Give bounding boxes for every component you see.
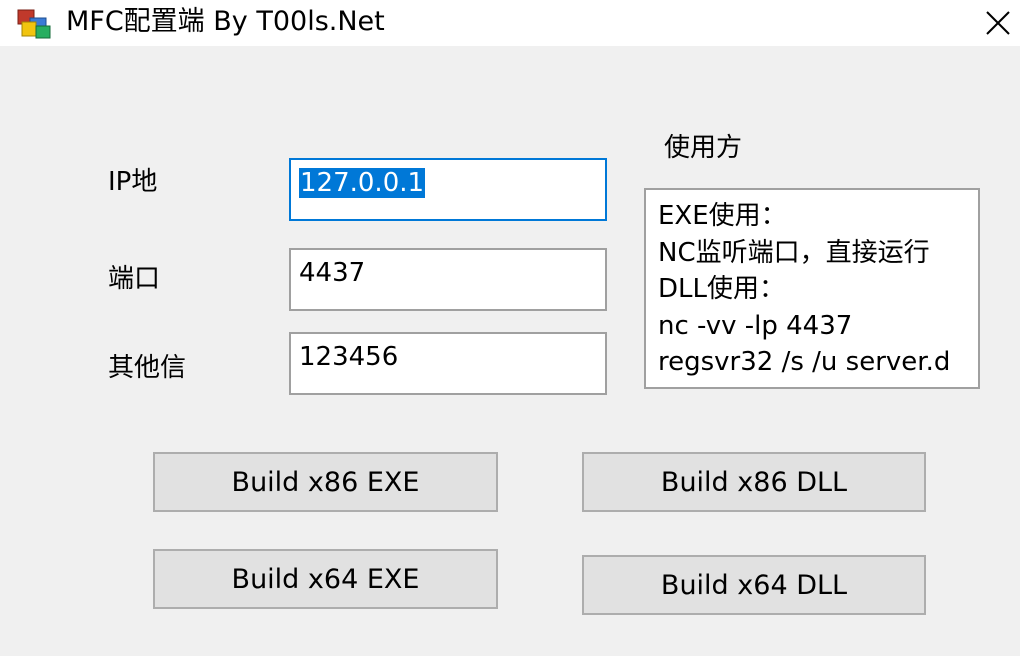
window-title: MFC配置端 By T00ls.Net	[66, 6, 385, 37]
dialog-client-area: IP地 127.0.0.1 端口 4437 其他信 123456 使用方 EXE…	[0, 46, 1020, 656]
port-input-value: 4437	[299, 258, 366, 288]
usage-textbox[interactable]: EXE使用： NC监听端口，直接运行 DLL使用： nc -vv -lp 443…	[644, 188, 980, 389]
build-x64-dll-button[interactable]: Build x64 DLL	[582, 555, 926, 615]
usage-line: regsvr32 /s /u server.d	[658, 347, 951, 377]
other-info-input-value: 123456	[299, 342, 399, 372]
usage-line: DLL使用：	[658, 274, 785, 304]
close-button[interactable]	[976, 0, 1020, 46]
port-label: 端口	[108, 264, 161, 294]
build-x86-exe-button[interactable]: Build x86 EXE	[153, 452, 498, 512]
mfc-app-icon	[16, 6, 56, 40]
ip-label: IP地	[108, 167, 158, 197]
other-info-label: 其他信	[108, 353, 187, 383]
usage-title: 使用方	[664, 133, 743, 163]
build-x64-exe-button[interactable]: Build x64 EXE	[153, 549, 498, 609]
usage-line: NC监听端口，直接运行	[658, 237, 930, 268]
mfc-config-window: MFC配置端 By T00ls.Net IP地 127.0.0.1 端口 443…	[0, 0, 1020, 656]
build-x86-dll-button[interactable]: Build x86 DLL	[582, 452, 926, 512]
other-info-input[interactable]: 123456	[289, 332, 607, 395]
port-input[interactable]: 4437	[289, 248, 607, 311]
usage-line: nc -vv -lp 4437	[658, 310, 853, 341]
ip-input-value: 127.0.0.1	[299, 168, 426, 198]
close-icon	[986, 11, 1010, 35]
title-bar: MFC配置端 By T00ls.Net	[0, 0, 1020, 46]
usage-line: EXE使用：	[658, 201, 787, 231]
ip-input[interactable]: 127.0.0.1	[289, 158, 607, 221]
